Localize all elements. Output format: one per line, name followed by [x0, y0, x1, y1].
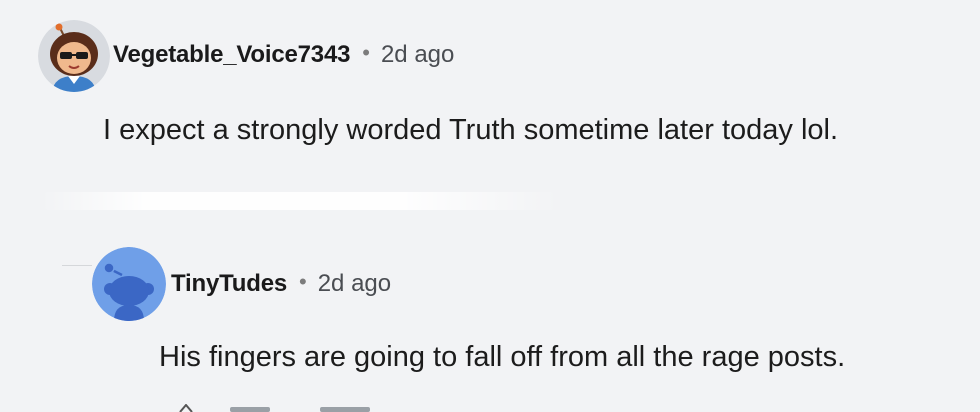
user-avatar[interactable] — [38, 20, 110, 92]
action-bar-faded — [40, 192, 560, 210]
meta-separator: • — [299, 269, 307, 294]
snoo-avatar-sunglasses-icon — [38, 20, 110, 92]
action-bar-cropped — [179, 404, 370, 412]
thread-connector-line — [62, 265, 92, 266]
comment-meta: TinyTudes • 2d ago — [171, 269, 391, 298]
snoo-default-avatar-icon — [92, 247, 166, 321]
meta-separator: • — [362, 40, 370, 65]
comment-meta: Vegetable_Voice7343 • 2d ago — [113, 40, 454, 69]
comment-timestamp[interactable]: 2d ago — [318, 270, 391, 298]
comment-timestamp[interactable]: 2d ago — [381, 41, 454, 69]
comment-body: His fingers are going to fall off from a… — [159, 341, 846, 373]
user-avatar[interactable] — [92, 247, 166, 321]
comment-body: I expect a strongly worded Truth sometim… — [103, 114, 839, 146]
username-link[interactable]: Vegetable_Voice7343 — [113, 41, 350, 69]
username-link[interactable]: TinyTudes — [171, 270, 287, 298]
